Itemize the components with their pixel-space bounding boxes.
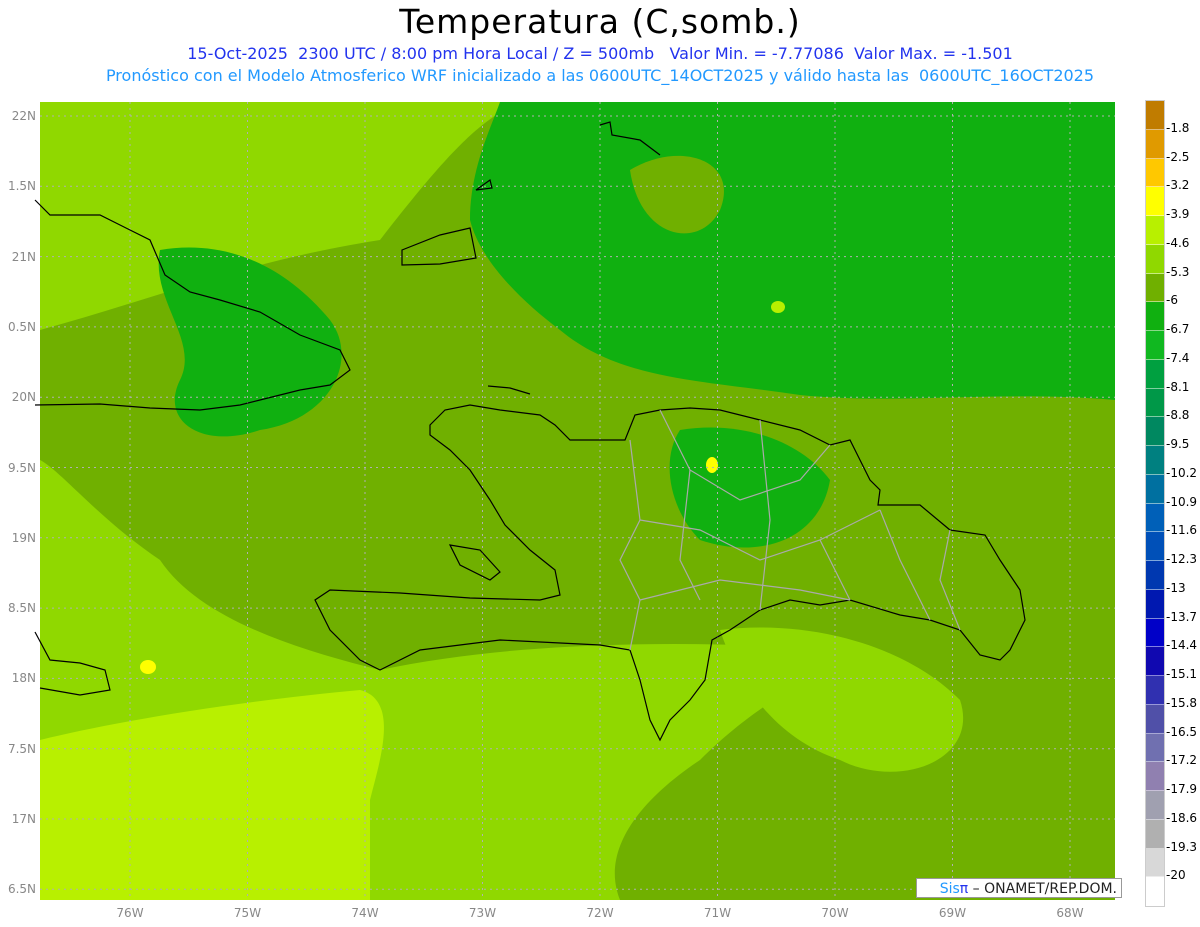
colorbar-bin: [1146, 273, 1164, 303]
field-warm-spot: [706, 457, 718, 473]
logo-sis: Sis: [939, 881, 960, 897]
lat-label: 9.5N: [7, 460, 36, 475]
colorbar-label: -18.6: [1166, 810, 1198, 825]
colorbar-bin: [1146, 331, 1164, 360]
colorbar-bin: [1146, 676, 1164, 705]
lon-label: 74W: [351, 906, 379, 920]
colorbar-bin: [1146, 187, 1164, 216]
colorbar-label: -6.7: [1166, 322, 1190, 336]
colorbar-bin: [1146, 733, 1164, 763]
colorbar-label: -19.3: [1166, 839, 1198, 854]
colorbar-label: -8.8: [1166, 408, 1190, 423]
lon-label: 70W: [821, 906, 849, 920]
colorbar-label: -4.6: [1166, 235, 1190, 250]
lon-label: 68W: [1056, 906, 1084, 920]
lat-label: 7.5N: [7, 741, 36, 756]
colorbar-label: -7.4: [1166, 350, 1190, 365]
colorbar-bin: [1146, 244, 1164, 274]
colorbar-label: -8.1: [1166, 379, 1190, 394]
field-warm-spot: [140, 660, 156, 674]
colorbar-bin: [1146, 101, 1164, 130]
colorbar-label: -2.5: [1166, 149, 1190, 164]
colorbar-label: -5.3: [1166, 264, 1190, 279]
colorbar-bin: [1146, 474, 1164, 504]
colorbar-label: -13: [1166, 580, 1186, 595]
colorbar-bin: [1146, 589, 1164, 619]
colorbar-label: -17.9: [1166, 782, 1198, 796]
colorbar-label: -10.2: [1166, 465, 1198, 480]
lat-label: 18N: [11, 671, 36, 686]
lon-label: 73W: [468, 906, 497, 920]
colorbar-label: -11.6: [1166, 523, 1198, 538]
lat-label: 6.5N: [7, 882, 36, 897]
colorbar-bin: [1146, 561, 1164, 590]
colorbar-label: -15.8: [1166, 695, 1198, 710]
colorbar-label: -20: [1166, 868, 1186, 883]
colorbar-bin: [1146, 877, 1164, 906]
colorbar-bin: [1146, 302, 1164, 331]
lon-label: 76W: [116, 906, 144, 920]
colorbar-label: -13.7: [1166, 609, 1198, 624]
lat-label: 19N: [11, 530, 36, 545]
colorbar-bin: [1146, 704, 1164, 734]
colorbar-label: -10.9: [1166, 494, 1198, 509]
colorbar-bin: [1146, 446, 1164, 475]
lat-label: 21N: [11, 249, 36, 264]
colorbar: [1145, 100, 1165, 907]
colorbar-label: -9.5: [1166, 437, 1190, 451]
colorbar-label: -14.4: [1166, 638, 1198, 653]
colorbar-label: -16.5: [1166, 724, 1198, 739]
colorbar-label: -3.2: [1166, 178, 1190, 193]
colorbar-bin: [1146, 359, 1164, 389]
lon-label: 72W: [586, 906, 614, 920]
colorbar-bin: [1146, 503, 1164, 533]
colorbar-bin: [1146, 417, 1164, 446]
colorbar-bin: [1146, 216, 1164, 245]
lon-label: 71W: [703, 906, 732, 920]
colorbar-bin: [1146, 388, 1164, 418]
logo-text: – ONAMET/REP.DOM.: [968, 881, 1117, 897]
lat-label: 1.5N: [7, 179, 36, 194]
colorbar-bin: [1146, 791, 1164, 820]
colorbar-label: -17.2: [1166, 753, 1198, 768]
colorbar-bin: [1146, 762, 1164, 791]
lat-label: 0.5N: [7, 319, 36, 334]
lat-label: 22N: [11, 109, 36, 123]
colorbar-label: -1.8: [1166, 120, 1190, 135]
field-warm-spot: [771, 301, 785, 313]
lat-label: 20N: [11, 390, 36, 405]
colorbar-label: -3.9: [1166, 207, 1190, 221]
colorbar-bin: [1146, 819, 1164, 849]
onamet-logo: Sisπ – ONAMET/REP.DOM.: [916, 878, 1122, 898]
lon-label: 69W: [938, 906, 967, 920]
colorbar-bin: [1146, 158, 1164, 188]
colorbar-bin: [1146, 532, 1164, 561]
temperature-map: [34, 102, 1115, 900]
colorbar-label: -12.3: [1166, 552, 1198, 566]
colorbar-bin: [1146, 129, 1164, 159]
lat-label: 17N: [11, 812, 36, 826]
colorbar-bin: [1146, 848, 1164, 878]
colorbar-label: -15.1: [1166, 667, 1198, 681]
colorbar-label: -6: [1166, 293, 1178, 308]
colorbar-bin: [1146, 618, 1164, 648]
lat-label: 8.5N: [7, 601, 36, 616]
colorbar-bin: [1146, 647, 1164, 676]
lon-label: 75W: [233, 906, 262, 920]
logo-pi: π: [959, 881, 969, 897]
